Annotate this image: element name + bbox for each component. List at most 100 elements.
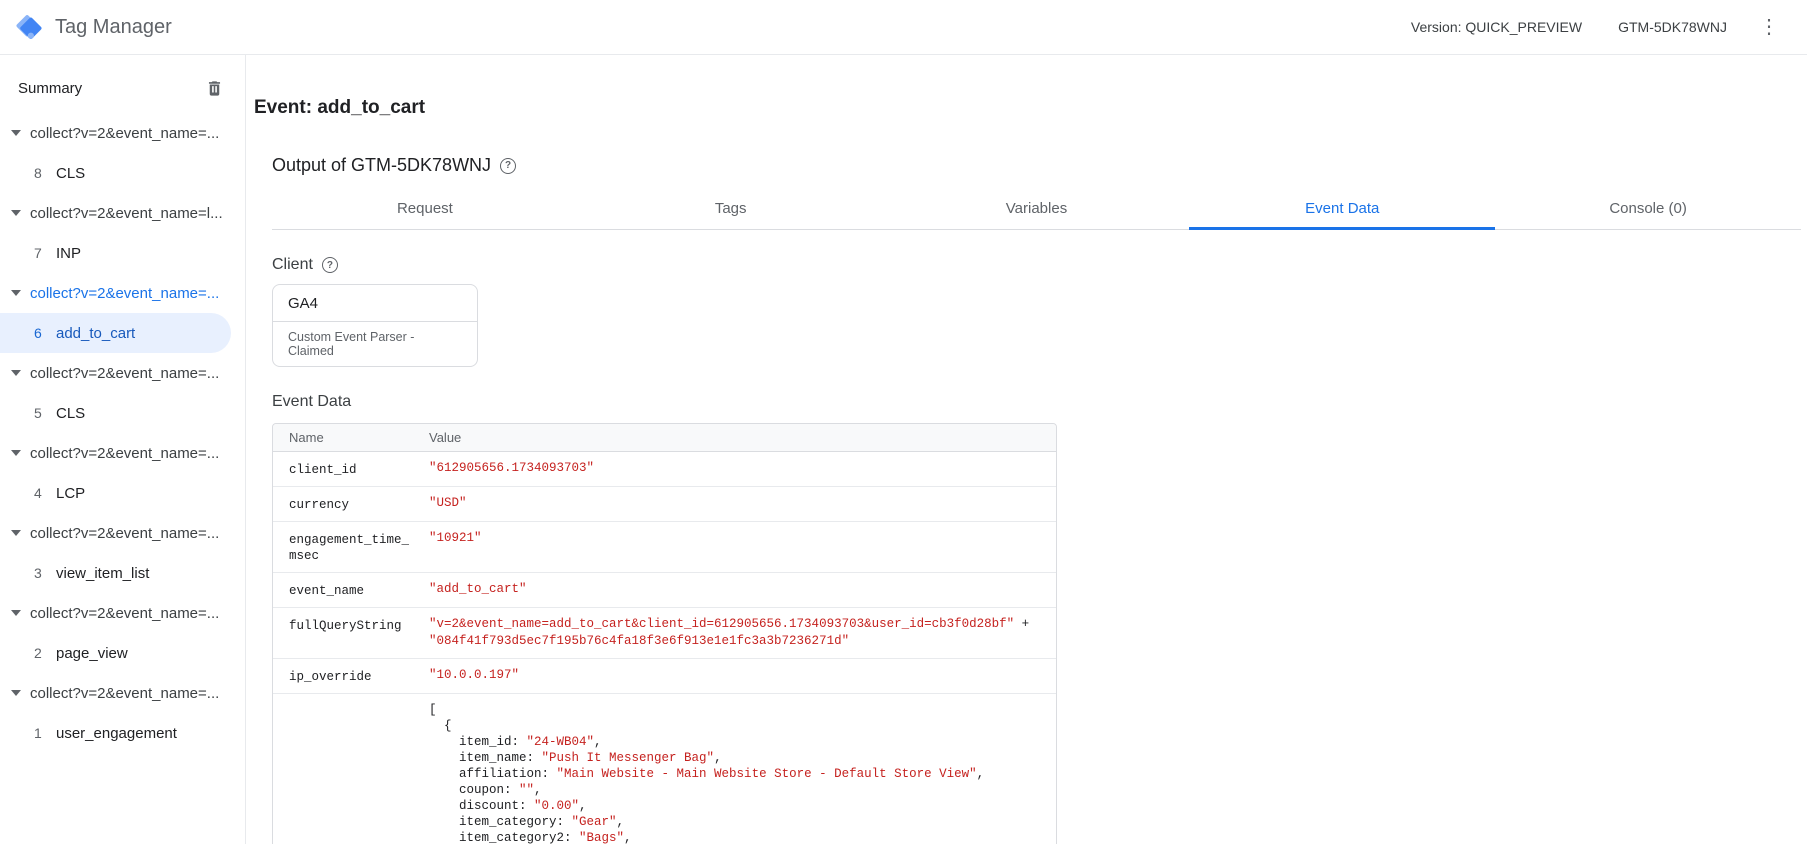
value-line: "10921" [429,530,1040,547]
plain-token: , [594,735,602,749]
param-value: "USD" [413,487,1056,521]
sidebar-group-row[interactable]: collect?v=2&event_name=... [0,513,245,553]
string-token: "" [519,783,535,797]
string-token: "24-WB04" [526,735,595,749]
collapse-triangle-icon[interactable] [11,130,21,136]
client-section-label: Client [272,256,313,273]
value-line: item_category: "Gear", [429,814,1040,830]
event-name: CLS [56,164,86,182]
plain-token: coupon: [429,783,520,797]
client-card[interactable]: GA4 Custom Event Parser - Claimed [272,284,478,367]
sidebar-event-item[interactable]: 4 LCP [0,473,231,513]
event-name: page_view [56,644,128,662]
value-line: "10.0.0.197" [429,667,1040,684]
collapse-triangle-icon[interactable] [11,690,21,696]
param-name: event_name [273,573,413,607]
event-data-table-body: client_id "612905656.1734093703" currency "… [273,452,1056,844]
header-right: Version: QUICK_PREVIEW GTM-5DK78WNJ ⋮ [1411,15,1785,39]
string-token: "Bags" [579,831,625,844]
string-token: "Push It Messenger Bag" [541,751,715,765]
output-heading-row: Output of GTM-5DK78WNJ ? [272,155,1801,176]
plain-token: item_id: [429,735,527,749]
param-name-text: ip_override [289,670,372,684]
sidebar-group-row[interactable]: collect?v=2&event_name=... [0,593,245,633]
sidebar-group-row[interactable]: collect?v=2&event_name=... [0,353,245,393]
param-name: ip_override [273,659,413,693]
sidebar-group-row[interactable]: collect?v=2&event_name=l... [0,193,245,233]
event-data-row: fullQueryString "v=2&event_name=add_to_ca… [273,608,1056,659]
table-header: Name Value [273,424,1056,452]
sidebar-event-item[interactable]: 1 user_engagement [0,713,231,753]
tab-console-0[interactable]: Console (0) [1495,186,1801,230]
sidebar-group-row[interactable]: collect?v=2&event_name=... [0,113,245,153]
sidebar-event-item[interactable]: 5 CLS [0,393,231,433]
sidebar-group-label: collect?v=2&event_name=l... [30,204,223,222]
column-header-value: Value [429,430,462,445]
param-name: fullQueryString [273,608,413,658]
event-data-row: client_id "612905656.1734093703" [273,452,1056,487]
event-data-section-label: Event Data [272,393,352,410]
main-panel: Event: add_to_cart Output of GTM-5DK78WN… [246,55,1807,844]
tab-variables[interactable]: Variables [884,186,1190,230]
plain-token: affiliation: [429,767,557,781]
collapse-triangle-icon[interactable] [11,210,21,216]
sidebar-event-list: collect?v=2&event_name=... 8 CLS collect?v=… [0,113,245,753]
event-number: 3 [34,565,42,581]
sidebar-event-item[interactable]: 2 page_view [0,633,231,673]
param-name: client_id [273,452,413,486]
sidebar-event-item[interactable]: 7 INP [0,233,231,273]
param-name-text: event_name [289,584,365,598]
sidebar-group-row[interactable]: collect?v=2&event_name=... [0,673,245,713]
sidebar-event-item[interactable]: 3 view_item_list [0,553,231,593]
event-data-row: ip_override "10.0.0.197" [273,659,1056,694]
event-sidebar: Summary collect?v=2&event_name=... 8 CLS co… [0,55,246,844]
collapse-triangle-icon[interactable] [11,450,21,456]
sidebar-group-row[interactable]: collect?v=2&event_name=... [0,273,245,313]
param-value: [ { item_id: "24-WB04", item_name: "Push… [413,694,1056,844]
summary-row[interactable]: Summary [0,71,245,109]
tab-event-data[interactable]: Event Data [1189,186,1495,230]
collapse-triangle-icon[interactable] [11,610,21,616]
collapse-triangle-icon[interactable] [11,530,21,536]
summary-label: Summary [18,79,83,97]
string-token: "10921" [429,531,482,545]
trash-icon [208,80,220,96]
collapse-triangle-icon[interactable] [11,290,21,296]
string-token: "10.0.0.197" [429,668,520,682]
sidebar-group-label: collect?v=2&event_name=... [30,684,220,702]
plain-token: , [624,831,632,844]
event-name: add_to_cart [56,324,136,342]
sidebar-event-item[interactable]: 8 CLS [0,153,231,193]
param-value: "10921" [413,522,1056,572]
version-label: Version: QUICK_PREVIEW [1410,19,1583,35]
tab-tags[interactable]: Tags [578,186,884,230]
event-name: LCP [56,484,86,502]
sidebar-group-label: collect?v=2&event_name=... [30,524,220,542]
string-token: "v=2&event_name=add_to_cart&client_id=61… [429,617,1015,631]
help-icon[interactable]: ? [500,157,517,174]
value-line: item_name: "Push It Messenger Bag", [429,750,1040,766]
collapse-triangle-icon[interactable] [11,370,21,376]
plain-token: , [579,799,587,813]
sidebar-group-row[interactable]: collect?v=2&event_name=... [0,433,245,473]
value-line: "612905656.1734093703" [429,460,1040,477]
value-line: { [429,718,1040,734]
sidebar-event-item[interactable]: 6 add_to_cart [0,313,231,353]
container-id: GTM-5DK78WNJ [1618,19,1727,35]
value-line: [ [429,702,1040,718]
value-line: "084f41f793d5ec7f195b76c4fa18f3e6f913e1e… [429,633,1040,650]
param-name: items [273,694,413,844]
clear-events-button[interactable] [203,77,225,99]
top-bar: Tag Manager Version: QUICK_PREVIEW GTM-5… [0,0,1807,55]
event-name: CLS [56,404,86,422]
more-options-icon[interactable]: ⋮ [1753,15,1785,39]
client-name: GA4 [273,285,477,322]
tab-request[interactable]: Request [272,186,578,230]
param-value: "add_to_cart" [413,573,1056,607]
plain-token: item_category: [429,815,572,829]
help-icon[interactable]: ? [321,257,338,273]
plain-token: + [1014,617,1030,631]
plain-token: item_category2: [429,831,580,844]
event-data-row: currency "USD" [273,487,1056,522]
string-token: "Main Website - Main Website Store - Def… [556,767,977,781]
